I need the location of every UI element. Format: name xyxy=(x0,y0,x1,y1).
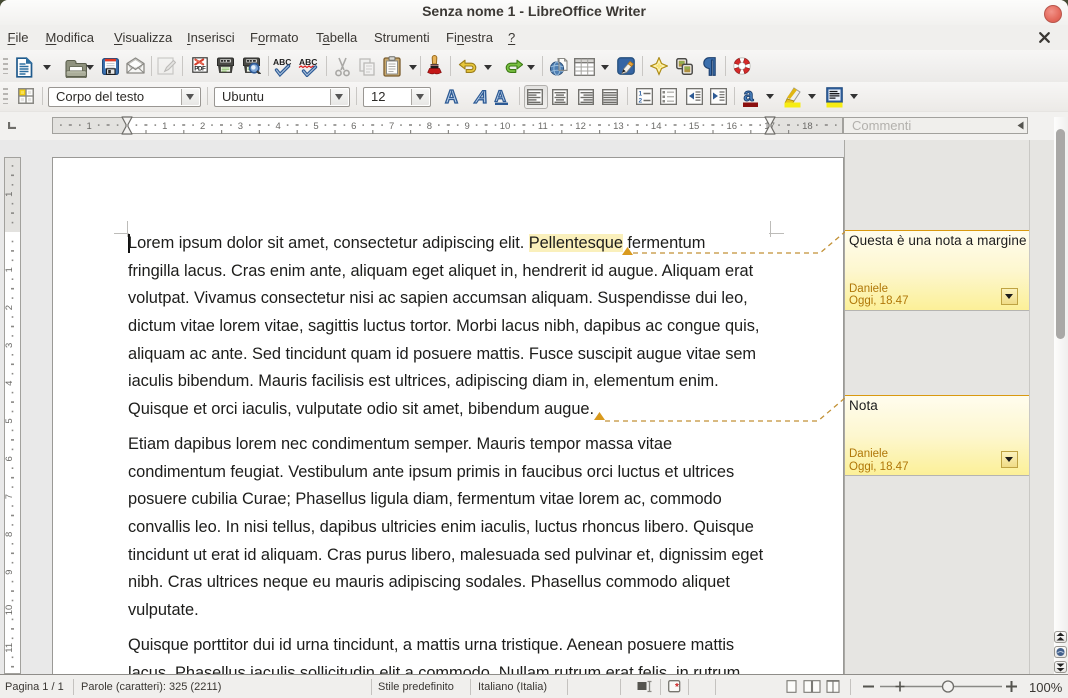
svg-text:*: * xyxy=(675,682,679,693)
svg-text:7: 7 xyxy=(389,121,394,132)
svg-text:12: 12 xyxy=(575,121,586,132)
svg-text:11: 11 xyxy=(538,121,548,132)
svg-text:18: 18 xyxy=(802,121,813,132)
svg-text:14: 14 xyxy=(651,121,662,132)
svg-text:10: 10 xyxy=(500,121,511,132)
svg-text:8: 8 xyxy=(427,121,432,132)
svg-text:2: 2 xyxy=(200,121,205,132)
svg-text:6: 6 xyxy=(351,121,356,132)
svg-text:3: 3 xyxy=(238,121,243,132)
svg-text:1: 1 xyxy=(162,121,167,132)
svg-text:1: 1 xyxy=(87,121,92,132)
svg-text:13: 13 xyxy=(613,121,624,132)
svg-text:15: 15 xyxy=(689,121,700,132)
svg-text:16: 16 xyxy=(727,121,738,132)
svg-text:5: 5 xyxy=(313,121,318,132)
svg-text:9: 9 xyxy=(465,121,470,132)
svg-text:4: 4 xyxy=(276,121,281,132)
